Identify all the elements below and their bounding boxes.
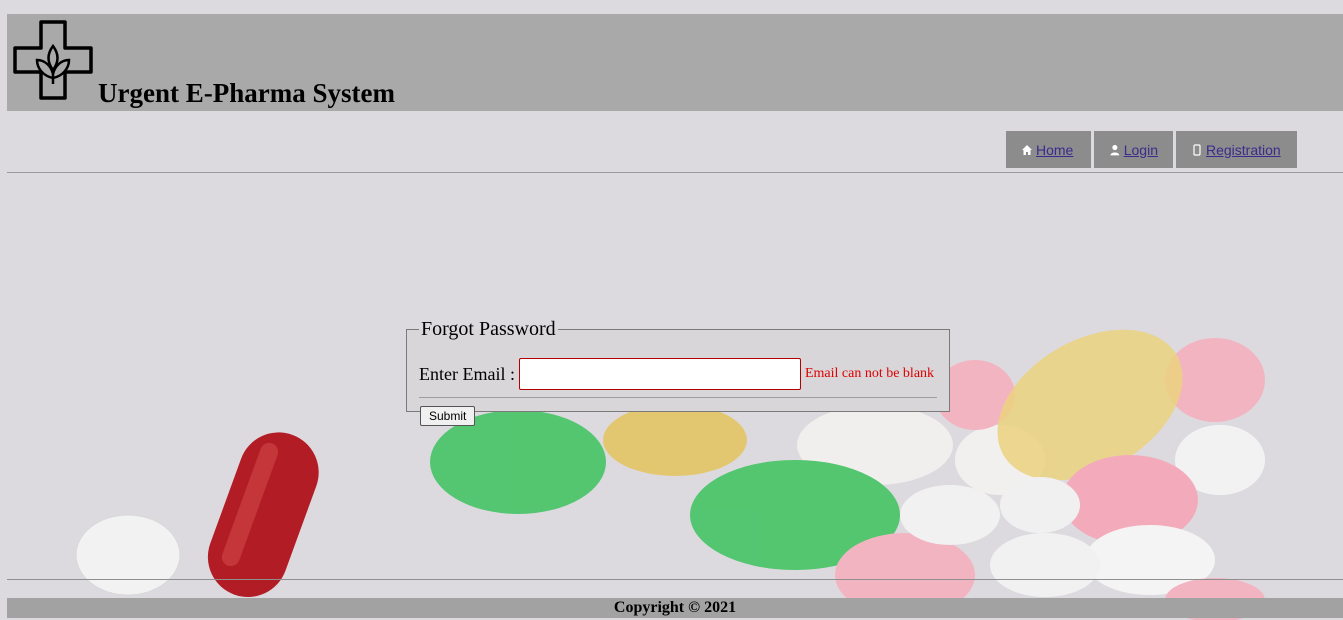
nav-login-link[interactable]: Login [1094, 131, 1173, 168]
copyright-text: Copyright © 2021 [613, 599, 737, 616]
submit-button[interactable]: Submit [420, 406, 476, 426]
nav-registration-label: Registration [1206, 141, 1281, 158]
email-field[interactable] [518, 358, 801, 390]
site-footer: Copyright © 2021 [7, 598, 1343, 618]
site-header: Urgent E-Pharma System [7, 14, 1343, 111]
nav-login-label: Login [1123, 141, 1158, 158]
nav-home-link[interactable]: Home [1006, 131, 1091, 168]
nav-home-label: Home [1036, 141, 1074, 158]
forgot-password-form: Forgot Password Enter Email : Email can … [406, 309, 950, 426]
site-title: Urgent E-Pharma System [98, 78, 395, 108]
main-nav: Home Login Registration [1006, 131, 1297, 168]
form-divider [419, 397, 937, 398]
page: Urgent E-Pharma System Home Login Regist… [0, 0, 1343, 620]
email-row: Enter Email : Email can not be blank [419, 358, 934, 390]
user-icon [1110, 144, 1120, 155]
mobile-icon [1193, 143, 1201, 156]
email-error-message: Email can not be blank [804, 366, 935, 381]
forgot-password-fieldset: Forgot Password Enter Email : Email can … [406, 318, 950, 426]
nav-registration-link[interactable]: Registration [1176, 131, 1297, 168]
email-label: Enter Email : [419, 363, 515, 384]
header-divider [7, 172, 1343, 173]
form-legend: Forgot Password [421, 318, 556, 340]
home-icon [1022, 144, 1032, 155]
pharmacy-logo-icon [13, 20, 93, 100]
footer-divider [7, 579, 1343, 580]
